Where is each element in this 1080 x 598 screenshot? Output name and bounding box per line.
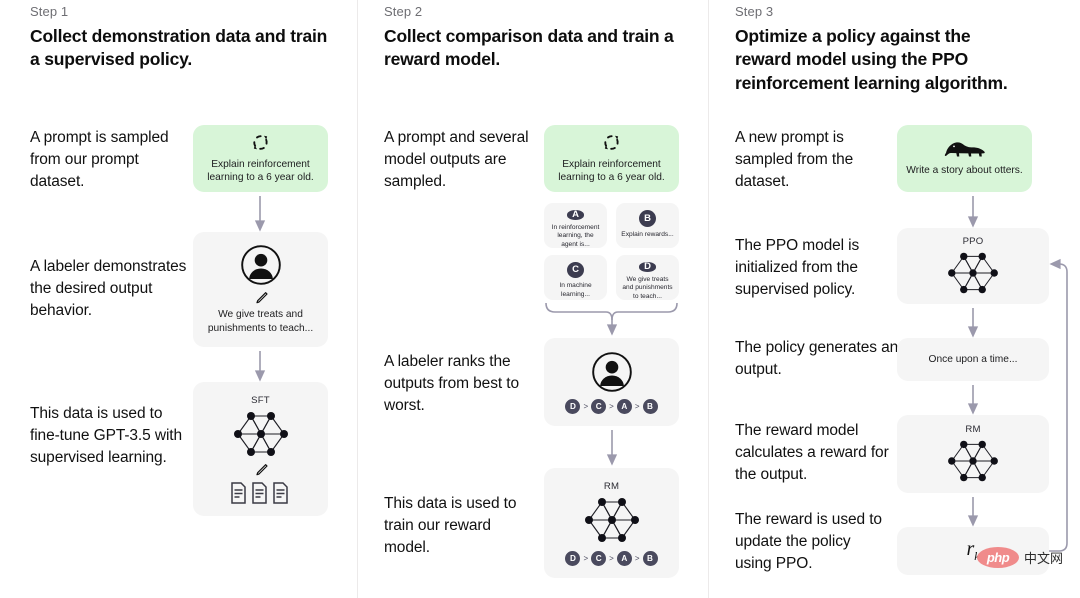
output-text-d: We give treats and punishments to teach.… xyxy=(622,275,673,301)
step-3-title: Optimize a policy against the reward mod… xyxy=(735,26,1008,93)
pencil-icon xyxy=(253,462,269,478)
otter-icon xyxy=(943,139,987,159)
step-3-caption-5: The reward is used to update the policy … xyxy=(735,511,882,572)
step-2-caption-3: This data is used to train our reward mo… xyxy=(384,495,517,556)
pencil-icon xyxy=(253,290,269,306)
rank-sep-1: > xyxy=(583,401,589,411)
labeler-person-icon xyxy=(240,244,282,286)
output-text-c: In machine learning... xyxy=(559,282,592,299)
step-3-output-text: Once upon a time... xyxy=(928,353,1018,365)
step-2-column: Step 2 Collect comparison data and train… xyxy=(357,0,708,598)
step-1-sft-box[interactable]: SFT xyxy=(193,382,328,516)
rm-rank-sep-1: > xyxy=(583,553,589,563)
step-2-label: Step 2 xyxy=(384,4,423,19)
rm-rank-badge-1: D xyxy=(565,550,581,566)
reinforcement-loop-icon xyxy=(602,133,621,152)
neural-network-icon xyxy=(942,249,1004,297)
output-badge-c: C xyxy=(567,262,584,279)
neural-network-icon xyxy=(942,437,1004,485)
step-3-caption-3: The policy generates an output. xyxy=(735,339,899,378)
rm-rank-sep-2: > xyxy=(609,553,614,563)
step-3-rm-title: RM xyxy=(965,423,981,435)
reinforcement-loop-icon xyxy=(251,133,270,152)
rank-badge-4: B xyxy=(642,398,658,414)
step-2-caption-2: A labeler ranks the outputs from best to… xyxy=(384,353,519,414)
step-3-label: Step 3 xyxy=(735,4,774,19)
step-1-sft-title: SFT xyxy=(251,394,270,406)
neural-network-icon xyxy=(228,408,294,460)
watermark: php 中文网 xyxy=(977,547,1063,568)
step-1-title: Collect demonstration data and train a s… xyxy=(30,26,328,70)
rank-sep-3: > xyxy=(634,401,640,411)
output-text-a: In reinforcement learning, the agent is.… xyxy=(551,223,600,249)
step-2-ranking-box[interactable]: D > C > A > B xyxy=(544,338,679,426)
php-logo-icon: php xyxy=(977,547,1019,568)
step-3-output-box[interactable]: Once upon a time... xyxy=(897,338,1049,381)
step-1-prompt-text: Explain reinforcement learning to a 6 ye… xyxy=(207,158,314,183)
step-2-output-card-d[interactable]: D We give treats and punishments to teac… xyxy=(616,255,679,300)
step-2-output-card-b[interactable]: B Explain rewards... xyxy=(616,203,679,248)
step-2-prompt-text: Explain reinforcement learning to a 6 ye… xyxy=(558,158,665,183)
step-2-caption-1: A prompt and several model outputs are s… xyxy=(384,129,529,190)
rm-rank-sep-3: > xyxy=(634,553,640,563)
step-1-column: Step 1 Collect demonstration data and tr… xyxy=(0,0,357,598)
labeler-person-icon xyxy=(591,351,633,393)
step-3-ppo-title: PPO xyxy=(962,235,984,247)
rm-rank-badge-4: B xyxy=(642,550,658,566)
rm-rank-badge-2: C xyxy=(591,550,607,566)
output-badge-b: B xyxy=(639,210,656,227)
rm-rank-badge-3: A xyxy=(616,550,632,566)
step-1-labeler-text: We give treats and punishments to teach.… xyxy=(207,309,314,334)
step-1-caption-1: A prompt is sampled from our prompt data… xyxy=(30,129,169,190)
step-1-prompt-box[interactable]: Explain reinforcement learning to a 6 ye… xyxy=(193,125,328,192)
step-1-label: Step 1 xyxy=(30,4,69,19)
step-1-caption-3: This data is used to fine-tune GPT-3.5 w… xyxy=(30,405,183,466)
step-3-prompt-box[interactable]: Write a story about otters. xyxy=(897,125,1032,192)
step-2-rm-title: RM xyxy=(603,480,620,492)
step-2-rm-box[interactable]: RM D > C > A > B xyxy=(544,468,679,578)
rlhf-diagram: Step 1 Collect demonstration data and tr… xyxy=(0,0,1080,598)
step-2-title: Collect comparison data and train a rewa… xyxy=(384,26,674,70)
step-2-ranking-row: D > C > A > B xyxy=(565,398,658,414)
documents-icon xyxy=(230,481,292,504)
step-3-ppo-box[interactable]: PPO xyxy=(897,228,1049,304)
neural-network-icon xyxy=(579,494,645,546)
step-2-prompt-box[interactable]: Explain reinforcement learning to a 6 ye… xyxy=(544,125,679,192)
rank-badge-1: D xyxy=(565,398,581,414)
step-3-column: Step 3 Optimize a policy against the rew… xyxy=(708,0,1080,598)
step-3-prompt-text: Write a story about otters. xyxy=(906,165,1023,177)
output-badge-a: A xyxy=(567,210,584,220)
watermark-text: 中文网 xyxy=(1024,551,1064,566)
rank-sep-2: > xyxy=(609,401,614,411)
step-3-caption-4: The reward model calculates a reward for… xyxy=(735,422,889,483)
step-3-rm-box[interactable]: RM xyxy=(897,415,1049,493)
step-3-caption-1: A new prompt is sampled from the dataset… xyxy=(735,129,854,190)
rank-badge-2: C xyxy=(591,398,607,414)
step-2-output-card-c[interactable]: C In machine learning... xyxy=(544,255,607,300)
step-2-rm-ranking-row: D > C > A > B xyxy=(565,550,658,566)
step-2-output-card-a[interactable]: A In reinforcement learning, the agent i… xyxy=(544,203,607,248)
output-text-b: Explain rewards... xyxy=(621,231,674,238)
step-1-caption-2: A labeler demonstrates the desired outpu… xyxy=(30,258,187,319)
step-3-caption-2: The PPO model is initialized from the su… xyxy=(735,237,860,298)
rank-badge-3: A xyxy=(616,398,632,414)
step-1-labeler-box[interactable]: We give treats and punishments to teach.… xyxy=(193,232,328,347)
output-badge-d: D xyxy=(639,262,656,272)
